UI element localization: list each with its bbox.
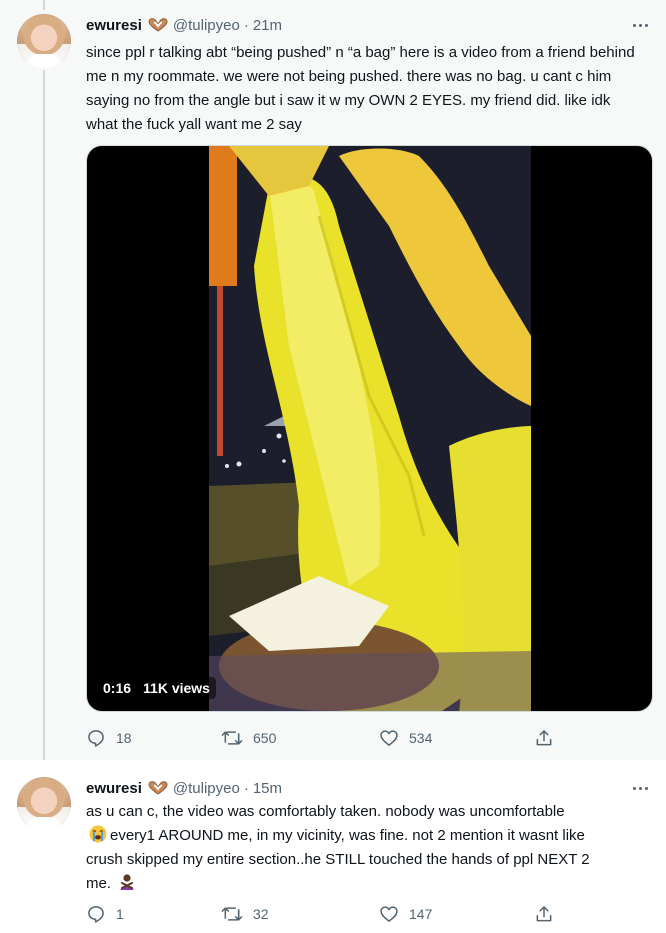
tweet-text-line: crush skipped my entire section..he STIL… <box>86 851 590 868</box>
video-still <box>209 146 531 711</box>
thread-line <box>43 70 45 760</box>
video-duration: 0:16 <box>103 680 132 696</box>
reply-count: 1 <box>116 906 124 922</box>
retweet-button[interactable]: 32 <box>221 904 379 924</box>
reply-icon <box>88 906 104 923</box>
like-button[interactable]: 147 <box>379 904 534 924</box>
tweet-text-line: me. <box>86 872 646 896</box>
tweet-text: as u can c, the video was comfortably ta… <box>86 800 646 896</box>
share-button[interactable] <box>534 728 554 748</box>
tweet-header: ewuresi @tulipyeo · 15m <box>86 777 282 799</box>
reply-button[interactable]: 1 <box>86 904 221 924</box>
tweet-text-line-body: me. <box>86 875 112 892</box>
loudly-crying-face-icon <box>89 825 107 843</box>
video-frame[interactable] <box>209 146 531 711</box>
heart-hands-icon <box>148 781 168 795</box>
share-button[interactable] <box>534 904 554 924</box>
user-handle[interactable]: @tulipyeo <box>173 17 240 34</box>
thread-line-top <box>43 0 45 10</box>
tweet-text-line: as u can c, the video was comfortably ta… <box>86 803 565 820</box>
display-name[interactable]: ewuresi <box>86 780 142 797</box>
heart-icon <box>380 906 398 922</box>
heart-icon <box>380 730 398 746</box>
video-views: 11K views <box>143 680 210 696</box>
retweet-button[interactable]: 650 <box>221 728 379 748</box>
tweet-actions: 18 650 534 <box>86 727 566 749</box>
timestamp[interactable]: 15m <box>253 780 282 797</box>
tweet-text-body: since ppl r talking abt “being pushed” n… <box>86 44 635 133</box>
video-player[interactable]: 0:16 11K views <box>86 145 653 712</box>
timestamp[interactable]: 21m <box>253 17 282 34</box>
retweet-icon <box>221 907 243 921</box>
person-gesturing-no-icon <box>118 873 136 891</box>
tweet[interactable]: ewuresi @tulipyeo · 15m as u can c, the … <box>0 760 666 933</box>
user-handle[interactable]: @tulipyeo <box>173 780 240 797</box>
separator-dot: · <box>243 16 249 34</box>
like-button[interactable]: 534 <box>379 728 534 748</box>
avatar[interactable] <box>17 777 71 831</box>
share-icon <box>536 906 552 922</box>
retweet-count: 650 <box>253 730 277 746</box>
like-count: 147 <box>409 906 433 922</box>
tweet-text-line-body: every1 AROUND me, in my vicinity, was fi… <box>110 827 585 844</box>
tweet-text: since ppl r talking abt “being pushed” n… <box>86 41 646 137</box>
tweet-header: ewuresi @tulipyeo · 21m <box>86 14 282 36</box>
like-count: 534 <box>409 730 433 746</box>
reply-icon <box>88 730 104 747</box>
reply-button[interactable]: 18 <box>86 728 221 748</box>
tweet[interactable]: ewuresi @tulipyeo · 21m since ppl r talk… <box>0 0 666 760</box>
more-options-icon[interactable] <box>628 779 652 797</box>
retweet-icon <box>221 731 243 745</box>
more-options-icon[interactable] <box>628 16 652 34</box>
display-name[interactable]: ewuresi <box>86 17 142 34</box>
separator-dot: · <box>243 779 249 797</box>
retweet-count: 32 <box>253 906 269 922</box>
tweet-actions: 1 32 147 <box>86 903 566 925</box>
tweet-text-line: every1 AROUND me, in my vicinity, was fi… <box>86 824 646 848</box>
avatar[interactable] <box>17 14 71 68</box>
video-overlay: 0:16 11K views <box>97 677 216 699</box>
heart-hands-icon <box>148 18 168 32</box>
share-icon <box>536 730 552 746</box>
reply-count: 18 <box>116 730 132 746</box>
